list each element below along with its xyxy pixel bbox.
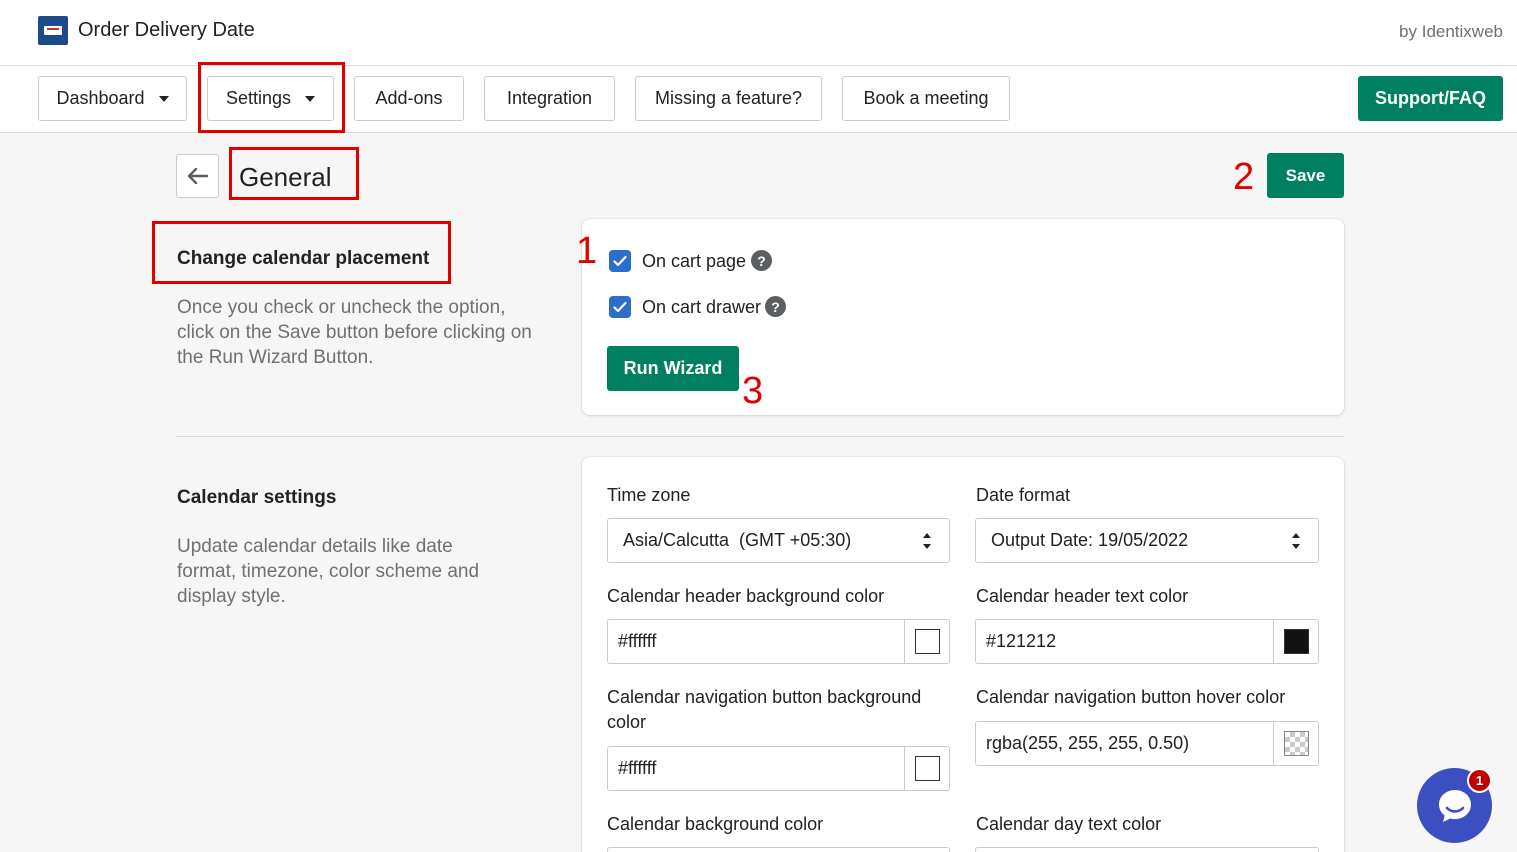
header-bg-input[interactable] [608,620,904,663]
settings-menu-button[interactable]: Settings [207,76,334,121]
placement-section-title: Change calendar placement [177,248,430,269]
help-icon[interactable]: ? [765,296,786,317]
dashboard-label: Dashboard [56,88,145,108]
select-arrows-icon [923,533,933,549]
calendar-bg-label: Calendar background color [607,814,824,834]
delivery-truck-logo-icon [38,16,68,45]
app-title: Order Delivery Date [78,19,255,41]
dashboard-menu-button[interactable]: Dashboard [38,76,187,121]
date-format-select[interactable]: Output Date: 19/05/2022 [975,518,1319,563]
timezone-value: Asia/Calcutta (GMT +05:30) [623,530,852,550]
color-swatch [1283,731,1309,756]
cart-drawer-label: On cart drawer [642,297,762,317]
chat-bubble-icon [1438,789,1471,822]
vendor-credit: by Identixweb [1399,22,1503,41]
header-text-input[interactable] [976,620,1273,663]
app-header: Order Delivery Date by Identixweb [0,0,1517,66]
select-arrows-icon [1292,533,1302,549]
cart-page-label: On cart page [642,251,747,271]
nav-bg-swatch-button[interactable] [904,747,949,790]
nav-hover-field [975,721,1319,766]
nav-hover-swatch-button[interactable] [1273,722,1318,765]
cart-drawer-checkbox[interactable] [609,296,631,318]
run-wizard-button[interactable]: Run Wizard [607,346,739,391]
header-text-label: Calendar header text color [976,586,1189,606]
chat-notification-badge: 1 [1467,768,1492,793]
navigation-bar: Dashboard Settings Add-ons Integration M… [0,66,1517,133]
book-meeting-button[interactable]: Book a meeting [842,76,1010,121]
color-swatch [914,629,940,654]
placement-description: Once you check or uncheck the option, cl… [177,297,532,368]
annotation-number-1: 1 [576,230,598,272]
annotation-number-3: 3 [742,370,764,412]
cart-page-checkbox[interactable] [609,250,631,272]
nav-hover-input[interactable] [976,722,1273,765]
calendar-bg-field[interactable] [607,847,950,852]
section-divider [176,436,1344,437]
header-bg-label: Calendar header background color [607,586,885,606]
color-swatch [914,756,940,781]
date-format-value: Output Date: 19/05/2022 [991,530,1189,550]
caret-down-icon [305,95,316,102]
timezone-label: Time zone [607,485,691,505]
check-icon [613,301,627,313]
check-icon [613,255,627,267]
header-bg-swatch-button[interactable] [904,620,949,663]
nav-bg-field [607,746,950,791]
back-button[interactable] [176,154,219,198]
addons-button[interactable]: Add-ons [354,76,464,121]
arrow-left-icon [187,168,208,184]
day-text-field[interactable] [975,847,1319,852]
help-icon[interactable]: ? [751,250,772,271]
nav-hover-label: Calendar navigation button hover color [976,687,1286,707]
calendar-section-title: Calendar settings [177,487,337,508]
support-faq-button[interactable]: Support/FAQ [1358,76,1503,121]
nav-bg-input[interactable] [608,747,904,790]
settings-label: Settings [225,88,292,108]
caret-down-icon [158,95,169,102]
day-text-label: Calendar day text color [976,814,1162,834]
header-text-field [975,619,1319,664]
header-bg-field [607,619,950,664]
calendar-description: Update calendar details like date format… [177,536,480,607]
annotation-number-2: 2 [1233,156,1255,198]
timezone-select[interactable]: Asia/Calcutta (GMT +05:30) [607,518,950,563]
integration-button[interactable]: Integration [484,76,615,121]
missing-feature-button[interactable]: Missing a feature? [635,76,822,121]
color-swatch [1283,629,1309,654]
save-button[interactable]: Save [1267,153,1344,198]
nav-bg-label: Calendar navigation button background co… [607,687,922,732]
date-format-label: Date format [976,485,1071,505]
header-text-swatch-button[interactable] [1273,620,1318,663]
page-title: General [239,162,332,192]
